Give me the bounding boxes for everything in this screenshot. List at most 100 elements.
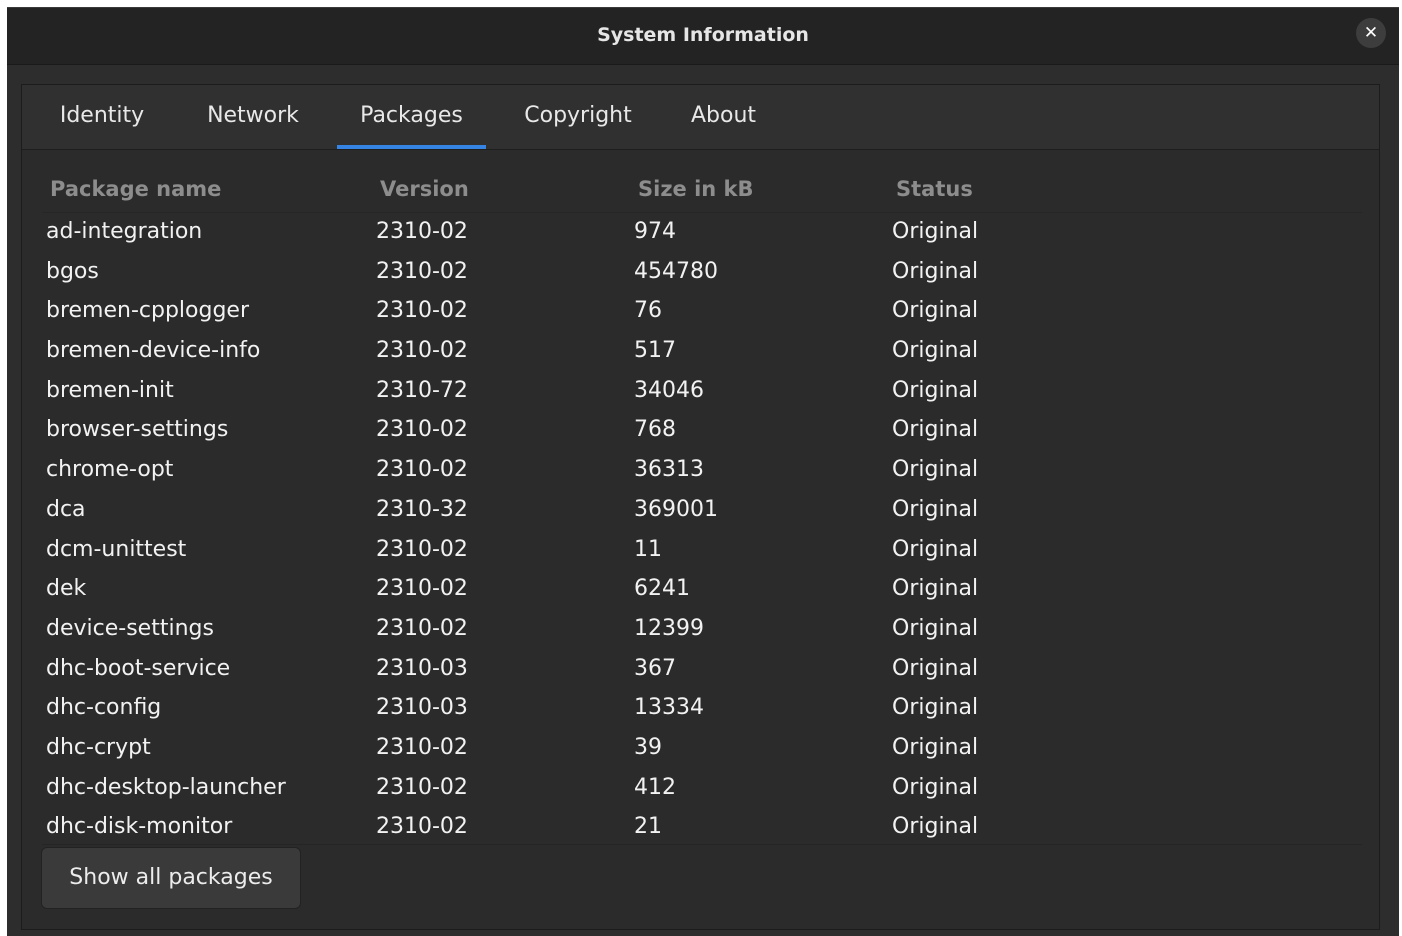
- table-row[interactable]: dhc-boot-service 2310-03 367 Original: [22, 650, 1379, 690]
- package-name-cell: dhc-config: [46, 695, 162, 721]
- package-name-cell: dhc-crypt: [46, 734, 151, 760]
- status-cell: Original: [892, 219, 979, 244]
- version-cell: 2310-02: [376, 219, 468, 244]
- status-cell: Original: [892, 536, 979, 562]
- tab-identity[interactable]: Identity: [40, 85, 164, 149]
- package-name-cell: bgos: [46, 258, 99, 284]
- system-information-window: System Information ✕ Identity Network Pa…: [7, 7, 1399, 936]
- size-cell: 768: [634, 417, 676, 443]
- version-cell: 2310-02: [376, 536, 468, 562]
- table-row[interactable]: dek 2310-02 6241 Original: [22, 570, 1379, 610]
- table-row[interactable]: bremen-init 2310-72 34046 Original: [22, 372, 1379, 412]
- show-all-packages-button[interactable]: Show all packages: [41, 847, 301, 909]
- table-row[interactable]: dhc-crypt 2310-02 39 Original: [22, 729, 1379, 769]
- version-cell: 2310-02: [376, 258, 468, 284]
- size-cell: 6241: [634, 576, 690, 602]
- tab-about[interactable]: About: [670, 85, 777, 149]
- size-cell: 39: [634, 734, 662, 760]
- package-name-cell: dhc-boot-service: [46, 655, 231, 681]
- version-cell: 2310-02: [376, 298, 468, 324]
- version-cell: 2310-72: [376, 377, 468, 403]
- tab-packages[interactable]: Packages: [337, 85, 486, 149]
- status-cell: Original: [892, 338, 979, 364]
- size-cell: 412: [634, 774, 676, 800]
- status-cell: Original: [892, 258, 979, 284]
- column-header-size[interactable]: Size in kB: [638, 177, 754, 201]
- tab-bar: Identity Network Packages Copyright Abou…: [22, 85, 1379, 150]
- size-cell: 11: [634, 536, 662, 562]
- status-cell: Original: [892, 496, 979, 522]
- table-row[interactable]: dhc-disk-monitor 2310-02 21 Original: [22, 808, 1379, 848]
- column-header-version[interactable]: Version: [380, 177, 469, 201]
- package-name-cell: dcm-unittest: [46, 536, 187, 562]
- status-cell: Original: [892, 734, 979, 760]
- table-row[interactable]: bgos 2310-02 454780 Original: [22, 253, 1379, 293]
- version-cell: 2310-02: [376, 774, 468, 800]
- size-cell: 367: [634, 655, 676, 681]
- size-cell: 369001: [634, 496, 718, 522]
- size-cell: 517: [634, 338, 676, 364]
- version-cell: 2310-02: [376, 734, 468, 760]
- package-name-cell: bremen-cpplogger: [46, 298, 250, 324]
- window-title: System Information: [597, 24, 809, 46]
- version-cell: 2310-02: [376, 615, 468, 641]
- column-header-package-name[interactable]: Package name: [50, 177, 221, 201]
- version-cell: 2310-02: [376, 338, 468, 364]
- package-list[interactable]: ad-integration 2310-02 974 Original bgos 2310…: [22, 213, 1379, 848]
- status-cell: Original: [892, 417, 979, 443]
- size-cell: 76: [634, 298, 662, 324]
- package-name-cell: device-settings: [46, 615, 214, 641]
- list-bottom-divider: [42, 844, 1362, 845]
- tab-network[interactable]: Network: [186, 85, 320, 149]
- version-cell: 2310-32: [376, 496, 468, 522]
- package-name-cell: browser-settings: [46, 417, 229, 443]
- table-row[interactable]: dca 2310-32 369001 Original: [22, 491, 1379, 531]
- size-cell: 21: [634, 814, 662, 840]
- version-cell: 2310-02: [376, 417, 468, 443]
- package-name-cell: bremen-init: [46, 377, 174, 403]
- version-cell: 2310-02: [376, 576, 468, 602]
- table-row[interactable]: dhc-config 2310-03 13334 Original: [22, 689, 1379, 729]
- status-cell: Original: [892, 774, 979, 800]
- status-cell: Original: [892, 298, 979, 324]
- status-cell: Original: [892, 576, 979, 602]
- package-name-cell: dhc-desktop-launcher: [46, 774, 286, 800]
- table-row[interactable]: bremen-device-info 2310-02 517 Original: [22, 332, 1379, 372]
- title-bar[interactable]: System Information ✕: [7, 8, 1399, 65]
- notebook: Identity Network Packages Copyright Abou…: [21, 84, 1380, 930]
- table-row[interactable]: dcm-unittest 2310-02 11 Original: [22, 531, 1379, 571]
- table-row[interactable]: dhc-desktop-launcher 2310-02 412 Original: [22, 769, 1379, 809]
- package-name-cell: chrome-opt: [46, 457, 174, 483]
- package-name-cell: dek: [46, 576, 87, 602]
- table-row[interactable]: ad-integration 2310-02 974 Original: [22, 213, 1379, 253]
- close-button[interactable]: ✕: [1356, 18, 1386, 48]
- status-cell: Original: [892, 695, 979, 721]
- size-cell: 12399: [634, 615, 704, 641]
- column-header-status[interactable]: Status: [896, 177, 973, 201]
- size-cell: 13334: [634, 695, 704, 721]
- tab-copyright[interactable]: Copyright: [505, 85, 651, 149]
- size-cell: 974: [634, 219, 676, 244]
- package-name-cell: ad-integration: [46, 219, 203, 244]
- version-cell: 2310-02: [376, 457, 468, 483]
- package-name-cell: dhc-disk-monitor: [46, 814, 233, 840]
- table-row[interactable]: bremen-cpplogger 2310-02 76 Original: [22, 292, 1379, 332]
- size-cell: 34046: [634, 377, 704, 403]
- status-cell: Original: [892, 615, 979, 641]
- status-cell: Original: [892, 814, 979, 840]
- package-name-cell: dca: [46, 496, 86, 522]
- table-row[interactable]: browser-settings 2310-02 768 Original: [22, 411, 1379, 451]
- version-cell: 2310-03: [376, 655, 468, 681]
- size-cell: 36313: [634, 457, 704, 483]
- table-row[interactable]: device-settings 2310-02 12399 Original: [22, 610, 1379, 650]
- status-cell: Original: [892, 457, 979, 483]
- status-cell: Original: [892, 655, 979, 681]
- close-icon: ✕: [1363, 23, 1379, 43]
- version-cell: 2310-03: [376, 695, 468, 721]
- size-cell: 454780: [634, 258, 718, 284]
- table-row[interactable]: chrome-opt 2310-02 36313 Original: [22, 451, 1379, 491]
- table-header: Package name Version Size in kB Status: [22, 177, 1379, 207]
- status-cell: Original: [892, 377, 979, 403]
- package-name-cell: bremen-device-info: [46, 338, 261, 364]
- version-cell: 2310-02: [376, 814, 468, 840]
